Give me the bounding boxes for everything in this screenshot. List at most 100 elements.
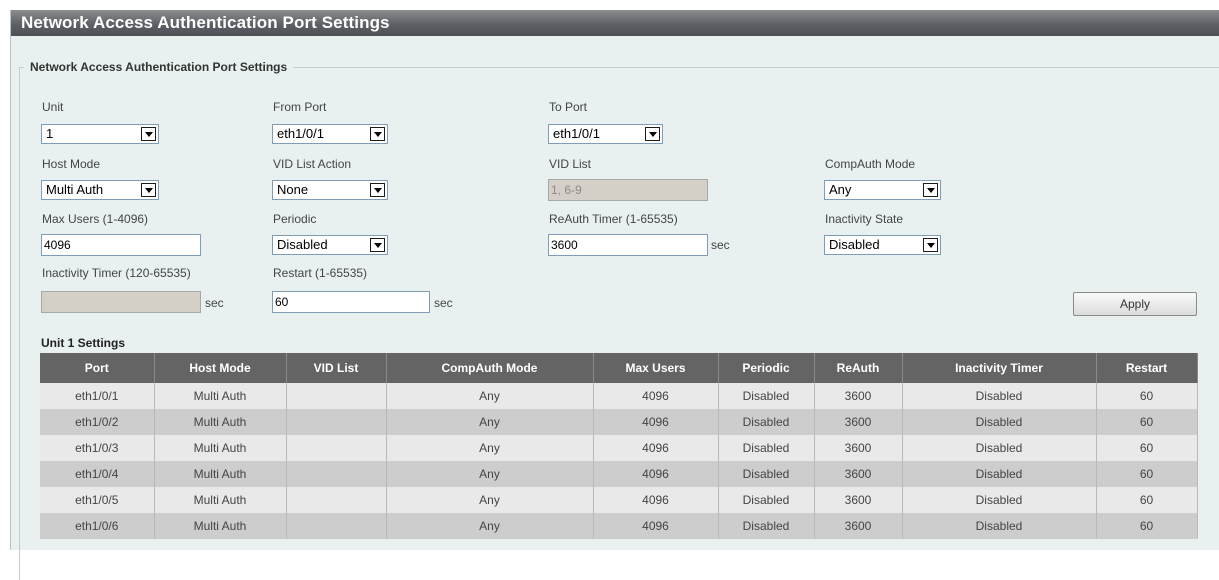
table-cell: Multi Auth xyxy=(154,409,287,435)
table-cell: Disabled xyxy=(718,409,815,435)
table-header-row: Port Host Mode VID List CompAuth Mode Ma… xyxy=(40,353,1198,383)
vid-list-action-label: VID List Action xyxy=(273,157,352,171)
from-port-select[interactable]: eth1/0/1 xyxy=(272,124,388,144)
table-cell xyxy=(286,435,387,461)
to-port-select[interactable]: eth1/0/1 xyxy=(548,124,663,144)
column-header: Inactivity Timer xyxy=(902,353,1097,383)
chevron-down-icon[interactable] xyxy=(141,183,156,197)
table-cell: Any xyxy=(386,513,594,539)
table-cell xyxy=(286,487,387,513)
table-row: eth1/0/2 Multi Auth Any 4096 Disabled 36… xyxy=(40,409,1198,435)
chevron-down-icon[interactable] xyxy=(141,127,156,141)
restart-unit: sec xyxy=(434,296,453,310)
table-cell: 3600 xyxy=(814,487,903,513)
periodic-select-value: Disabled xyxy=(277,237,328,252)
inactivity-state-select[interactable]: Disabled xyxy=(824,235,941,255)
table-cell: Disabled xyxy=(718,435,815,461)
table-cell: Disabled xyxy=(718,513,815,539)
table-cell: Multi Auth xyxy=(154,383,287,409)
table-cell: 60 xyxy=(1096,513,1198,539)
inactivity-timer-input[interactable] xyxy=(41,291,201,313)
chevron-down-icon[interactable] xyxy=(923,183,938,197)
column-header: Periodic xyxy=(718,353,815,383)
column-header: Host Mode xyxy=(154,353,287,383)
table-row: eth1/0/4 Multi Auth Any 4096 Disabled 36… xyxy=(40,461,1198,487)
table-cell: Multi Auth xyxy=(154,513,287,539)
chevron-down-icon[interactable] xyxy=(370,127,385,141)
table-cell: 3600 xyxy=(814,513,903,539)
table-cell: 4096 xyxy=(593,513,719,539)
table-cell: 4096 xyxy=(593,461,719,487)
table-cell xyxy=(286,383,387,409)
chevron-down-icon[interactable] xyxy=(370,183,385,197)
column-header: Max Users xyxy=(593,353,719,383)
table-cell: 60 xyxy=(1096,461,1198,487)
host-mode-select[interactable]: Multi Auth xyxy=(41,180,159,200)
table-cell xyxy=(286,461,387,487)
chevron-down-icon[interactable] xyxy=(645,127,660,141)
vid-list-label: VID List xyxy=(549,157,592,171)
table-cell: 3600 xyxy=(814,435,903,461)
table-cell: eth1/0/5 xyxy=(40,487,155,513)
unit-settings-table: Port Host Mode VID List CompAuth Mode Ma… xyxy=(40,353,1198,539)
chevron-down-icon[interactable] xyxy=(370,238,385,252)
table-cell: Disabled xyxy=(902,409,1097,435)
inactivity-state-select-value: Disabled xyxy=(829,237,880,252)
table-cell: 60 xyxy=(1096,383,1198,409)
table-cell: eth1/0/4 xyxy=(40,461,155,487)
restart-input[interactable]: 60 xyxy=(272,291,430,313)
table-cell: Disabled xyxy=(902,435,1097,461)
compauth-mode-select-value: Any xyxy=(829,182,852,197)
chevron-down-icon[interactable] xyxy=(923,238,938,252)
table-cell: Any xyxy=(386,409,594,435)
table-cell: 4096 xyxy=(593,409,719,435)
host-mode-select-value: Multi Auth xyxy=(46,182,104,197)
table-cell: Any xyxy=(386,461,594,487)
vid-list-action-select-value: None xyxy=(277,182,309,197)
periodic-label: Periodic xyxy=(273,212,317,226)
reauth-timer-label: ReAuth Timer (1-65535) xyxy=(549,212,678,226)
max-users-input[interactable]: 4096 xyxy=(41,234,201,256)
table-row: eth1/0/3 Multi Auth Any 4096 Disabled 36… xyxy=(40,435,1198,461)
table-cell: Multi Auth xyxy=(154,435,287,461)
unit-select[interactable]: 1 xyxy=(41,124,159,144)
table-cell: 4096 xyxy=(593,435,719,461)
to-port-label: To Port xyxy=(549,100,588,114)
table-cell: Multi Auth xyxy=(154,487,287,513)
table-cell: Any xyxy=(386,383,594,409)
table-title: Unit 1 Settings xyxy=(41,336,126,350)
table-cell: Any xyxy=(386,487,594,513)
vid-list-action-select[interactable]: None xyxy=(272,180,388,200)
table-cell xyxy=(286,409,387,435)
table-row: eth1/0/1 Multi Auth Any 4096 Disabled 36… xyxy=(40,383,1198,409)
compauth-mode-select[interactable]: Any xyxy=(824,180,941,200)
from-port-select-value: eth1/0/1 xyxy=(277,126,324,141)
panel-legend: Network Access Authentication Port Setti… xyxy=(30,60,288,74)
table-cell: eth1/0/2 xyxy=(40,409,155,435)
table-cell: eth1/0/3 xyxy=(40,435,155,461)
table-cell: 4096 xyxy=(593,383,719,409)
compauth-mode-label: CompAuth Mode xyxy=(825,157,916,171)
table-cell: eth1/0/1 xyxy=(40,383,155,409)
table-cell: 3600 xyxy=(814,461,903,487)
host-mode-label: Host Mode xyxy=(42,157,101,171)
apply-button[interactable]: Apply xyxy=(1073,292,1197,316)
table-cell: eth1/0/6 xyxy=(40,513,155,539)
column-header: VID List xyxy=(286,353,387,383)
table-cell xyxy=(286,513,387,539)
column-header: Restart xyxy=(1096,353,1198,383)
restart-label: Restart (1-65535) xyxy=(273,266,368,280)
table-cell: 3600 xyxy=(814,409,903,435)
column-header: CompAuth Mode xyxy=(386,353,594,383)
column-header: Port xyxy=(40,353,155,383)
reauth-timer-input[interactable]: 3600 xyxy=(548,234,708,256)
table-cell: Disabled xyxy=(718,461,815,487)
inactivity-timer-unit: sec xyxy=(205,296,224,310)
vid-list-input[interactable]: 1, 6-9 xyxy=(548,179,708,201)
max-users-label: Max Users (1-4096) xyxy=(42,212,149,226)
periodic-select[interactable]: Disabled xyxy=(272,235,388,255)
table-cell: 4096 xyxy=(593,487,719,513)
reauth-timer-unit: sec xyxy=(711,238,730,252)
unit-select-value: 1 xyxy=(46,126,54,141)
table-row: eth1/0/5 Multi Auth Any 4096 Disabled 36… xyxy=(40,487,1198,513)
